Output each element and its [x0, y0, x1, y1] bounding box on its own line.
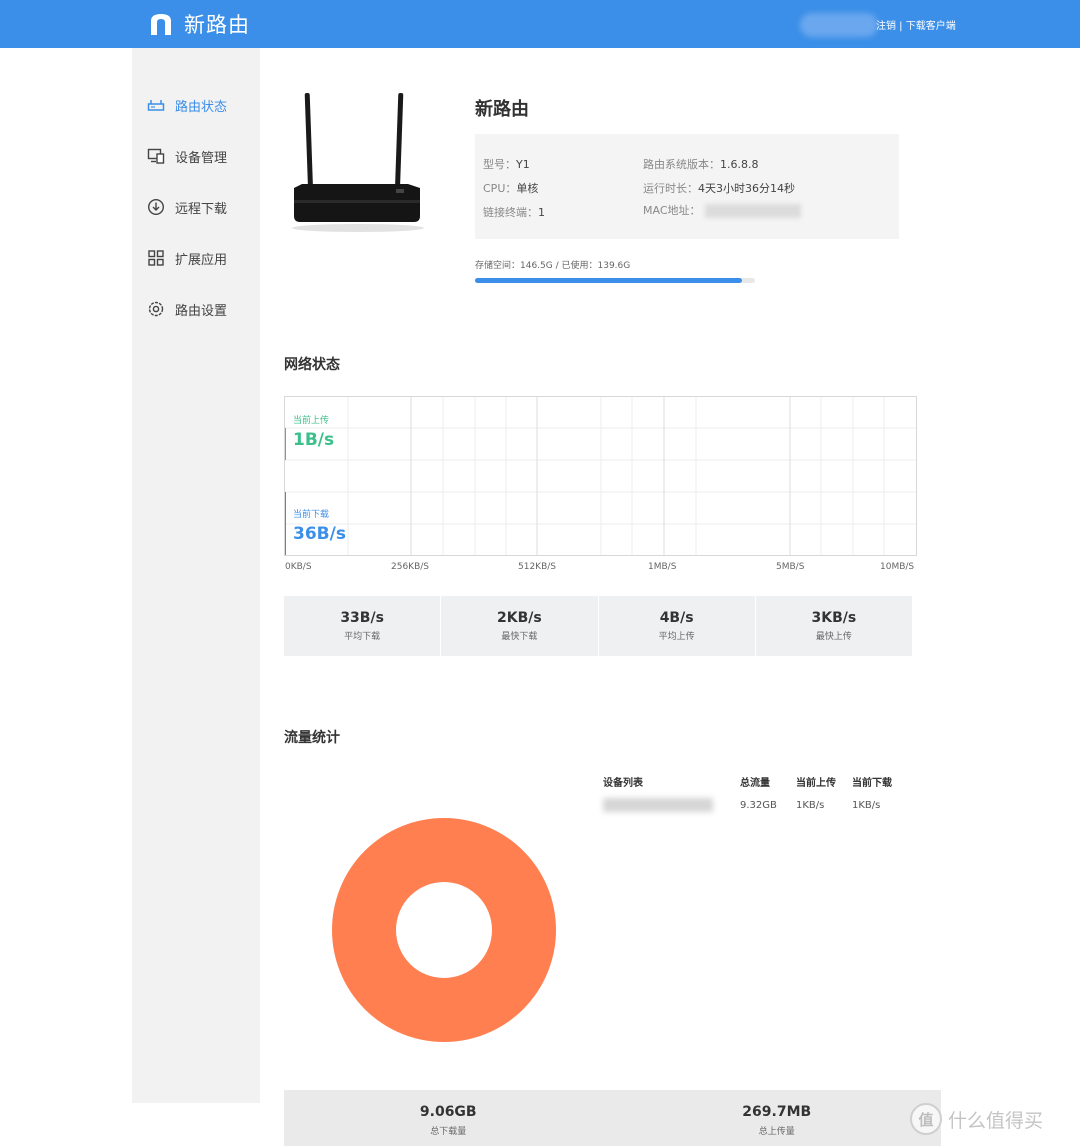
logout-link[interactable]: 注销: [876, 21, 896, 32]
sidebar: 路由状态 设备管理 远程下载 扩展应用 路由设置: [132, 48, 260, 1103]
speed-stats-row: 33B/s 平均下载 2KB/s 最快下载 4B/s 平均上传 3KB/s 最快…: [284, 596, 912, 656]
stat-average-upload: 4B/s 平均上传: [598, 596, 755, 656]
sidebar-item-label: 扩展应用: [175, 252, 228, 268]
axis-tick: 10MB/S: [880, 562, 915, 572]
row-current-upload: 1KB/s: [796, 800, 825, 811]
top-bar: 新路由 注销 | 下载客户端: [0, 0, 1080, 48]
total-label: 总下载量: [430, 1127, 467, 1137]
devices-icon: [147, 147, 165, 165]
table-header-device-list: 设备列表: [603, 778, 643, 789]
download-label: 当前下载: [293, 510, 330, 520]
storage-progress-bar: [475, 278, 755, 283]
sidebar-item-extensions[interactable]: 扩展应用: [147, 247, 227, 269]
axis-tick: 512KB/S: [518, 562, 556, 572]
table-header-download: 当前下载: [852, 778, 892, 789]
model-label: 型号：: [483, 158, 516, 171]
router-device-image: [292, 93, 424, 232]
table-header-total: 总流量: [740, 778, 770, 789]
axis-tick: 0KB/S: [285, 562, 312, 572]
storage-progress-fill: [475, 278, 742, 283]
sidebar-item-label: 路由状态: [175, 99, 228, 115]
clients-value: 1: [538, 206, 545, 219]
device-info-panel: 型号：Y1 CPU：单核 链接终端：1 路由系统版本：1.6.8.8 运行时长：…: [475, 134, 899, 239]
cpu-value: 单核: [516, 182, 539, 195]
sidebar-item-remote-download[interactable]: 远程下载: [147, 196, 227, 218]
model-row: 型号：Y1: [483, 156, 530, 172]
traffic-section-title: 流量统计: [284, 730, 340, 746]
watermark: 值 什么值得买: [910, 1103, 1043, 1135]
logo-mark-icon: [151, 14, 171, 35]
stat-label: 平均下载: [344, 632, 381, 642]
apps-grid-icon: [147, 249, 165, 267]
axis-tick: 1MB/S: [648, 562, 677, 572]
router-icon: [147, 96, 165, 114]
device-title: 新路由: [475, 99, 529, 120]
download-client-link[interactable]: 下载客户端: [906, 21, 956, 32]
watermark-text: 什么值得买: [948, 1109, 1044, 1132]
stat-value: 2KB/s: [497, 610, 542, 626]
mac-value-blurred: [704, 204, 801, 218]
sidebar-item-router-status[interactable]: 路由状态: [147, 94, 227, 116]
axis-tick: 5MB/S: [776, 562, 805, 572]
network-speed-chart: 当前上传 1B/s 当前下载 36B/s: [284, 396, 917, 556]
mac-label: MAC地址：: [643, 204, 701, 217]
sidebar-item-router-settings[interactable]: 路由设置: [147, 298, 227, 320]
network-section-title: 网络状态: [284, 357, 340, 373]
donut-slice: [332, 818, 556, 1042]
download-icon: [147, 198, 165, 216]
total-value: 9.06GB: [419, 1104, 477, 1120]
table-header-upload: 当前上传: [796, 778, 836, 789]
storage-text: 存储空间：146.5G / 已使用：139.6G: [475, 261, 631, 271]
chart-grid: [285, 397, 916, 555]
uptime-value: 4天3小时36分14秒: [698, 182, 795, 195]
firmware-label: 路由系统版本：: [643, 158, 720, 171]
axis-tick: 256KB/S: [391, 562, 429, 572]
uptime-label: 运行时长：: [643, 182, 698, 195]
sidebar-item-label: 路由设置: [175, 303, 228, 319]
stat-value: 4B/s: [659, 610, 694, 626]
device-name-blurred: [603, 798, 713, 812]
stat-label: 最快上传: [815, 632, 852, 642]
settings-icon: [147, 300, 165, 318]
watermark-logo-icon: 值: [910, 1103, 942, 1135]
download-value: 36B/s: [293, 524, 346, 544]
clients-label: 链接终端：: [483, 206, 538, 219]
stat-label: 最快下载: [501, 632, 538, 642]
row-current-download: 1KB/s: [852, 800, 881, 811]
model-value: Y1: [516, 158, 530, 171]
row-total-traffic: 9.32GB: [740, 800, 777, 811]
stat-label: 平均上传: [658, 632, 695, 642]
total-upload: 269.7MB 总上传量: [613, 1090, 942, 1146]
upload-value: 1B/s: [293, 430, 335, 450]
app-logo[interactable]: 新路由: [148, 9, 250, 39]
uptime-row: 运行时长：4天3小时36分14秒: [643, 180, 795, 196]
stat-fastest-upload: 3KB/s 最快上传: [755, 596, 912, 656]
clients-row: 链接终端：1: [483, 204, 545, 220]
mac-row: MAC地址：: [643, 202, 801, 218]
traffic-totals: 9.06GB 总下载量 269.7MB 总上传量: [284, 1090, 941, 1146]
top-links: 注销 | 下载客户端: [876, 17, 956, 32]
firmware-value: 1.6.8.8: [720, 158, 759, 171]
upload-label: 当前上传: [293, 416, 330, 426]
sidebar-item-label: 远程下载: [175, 201, 228, 217]
stat-value: 33B/s: [340, 610, 384, 626]
total-value: 269.7MB: [742, 1104, 812, 1120]
total-label: 总上传量: [758, 1127, 795, 1137]
logo-text: 新路由: [184, 13, 250, 37]
sidebar-item-label: 设备管理: [175, 150, 228, 166]
user-avatar-blurred: [800, 13, 878, 37]
stat-value: 3KB/s: [811, 610, 857, 626]
stat-average-download: 33B/s 平均下载: [284, 596, 441, 656]
traffic-donut-chart: [332, 818, 556, 1042]
sidebar-item-device-management[interactable]: 设备管理: [147, 145, 227, 167]
firmware-row: 路由系统版本：1.6.8.8: [643, 156, 758, 172]
cpu-row: CPU：单核: [483, 180, 538, 196]
stat-fastest-download: 2KB/s 最快下载: [441, 596, 598, 656]
link-separator: |: [896, 21, 906, 32]
total-download: 9.06GB 总下载量: [284, 1090, 613, 1146]
cpu-label: CPU：: [483, 182, 517, 195]
